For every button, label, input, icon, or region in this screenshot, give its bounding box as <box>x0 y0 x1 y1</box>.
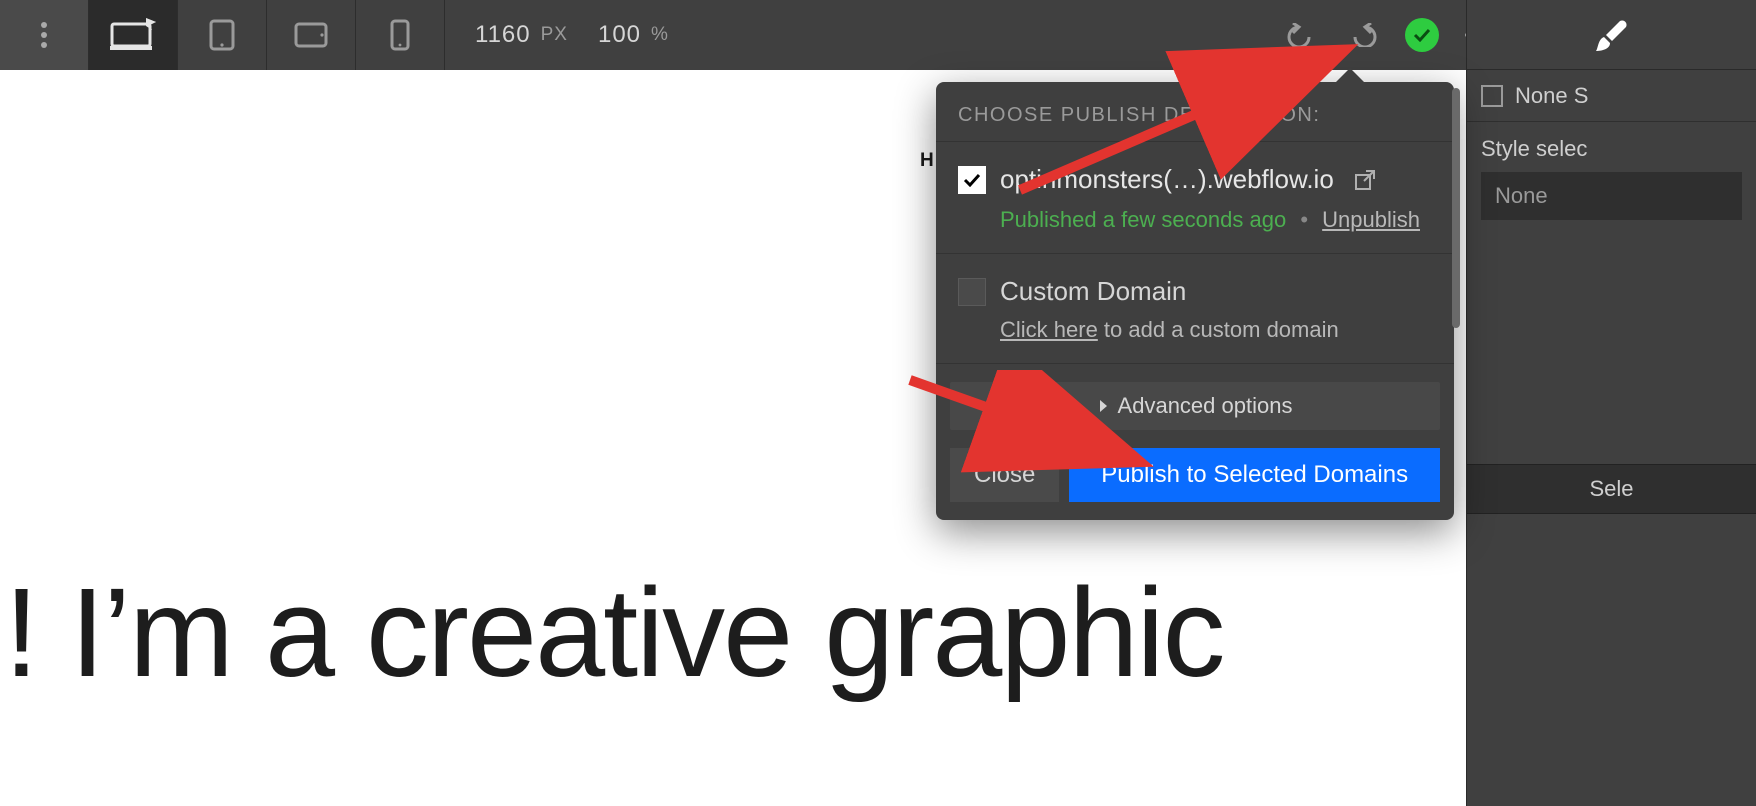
right-panel: None S Style selec None Sele <box>1466 0 1756 806</box>
close-button[interactable]: Close <box>950 448 1059 502</box>
custom-domain-checkbox[interactable] <box>958 278 986 306</box>
more-button[interactable] <box>0 0 88 70</box>
selector-bar[interactable]: Sele <box>1467 464 1756 514</box>
advanced-options-label: Advanced options <box>1118 393 1293 419</box>
breakpoint-mobile-button[interactable] <box>356 0 444 70</box>
selector-checkbox[interactable] <box>1481 85 1503 107</box>
published-status: Published a few seconds ago <box>1000 207 1286 232</box>
domain-checkbox-checked[interactable] <box>958 166 986 194</box>
selector-none-label: None S <box>1515 83 1588 109</box>
caret-right-icon <box>1098 399 1108 413</box>
add-custom-domain-rest: to add a custom domain <box>1098 317 1339 342</box>
width-value: 1160 <box>475 21 531 49</box>
separator-dot: • <box>1292 207 1316 232</box>
selector-row[interactable]: None S <box>1467 70 1756 122</box>
zoom-value: 100 <box>598 21 641 49</box>
check-circle-icon <box>1405 18 1439 52</box>
more-icon <box>40 21 48 49</box>
breakpoint-desktop-button[interactable] <box>89 0 177 70</box>
redo-icon <box>1347 23 1377 47</box>
style-selector-label: Style selec <box>1481 136 1742 162</box>
domain-label: optinmonsters(…).webflow.io <box>1000 164 1334 195</box>
brush-icon[interactable] <box>1594 17 1630 53</box>
redo-button[interactable] <box>1332 0 1392 70</box>
external-link-icon[interactable] <box>1354 169 1376 191</box>
custom-domain-label: Custom Domain <box>1000 276 1186 307</box>
canvas-width-display[interactable]: 1160 PX 100 % <box>475 21 669 49</box>
style-select-value: None <box>1495 183 1548 209</box>
publish-panel: CHOOSE PUBLISH DESTINATION: optinmonster… <box>936 82 1454 520</box>
hero-heading: ! I’m a creative graphic <box>4 560 1224 705</box>
add-custom-domain-link[interactable]: Click here <box>1000 317 1098 342</box>
undo-icon <box>1287 23 1317 47</box>
desktop-icon <box>110 18 156 52</box>
unpublish-link[interactable]: Unpublish <box>1322 207 1420 232</box>
panel-title: CHOOSE PUBLISH DESTINATION: <box>936 82 1454 142</box>
width-unit: PX <box>541 24 568 46</box>
undo-button[interactable] <box>1272 0 1332 70</box>
tablet-landscape-icon <box>294 22 328 48</box>
style-select[interactable]: None <box>1481 172 1742 220</box>
zoom-unit: % <box>651 24 669 46</box>
breakpoint-tablet-landscape-button[interactable] <box>267 0 355 70</box>
breakpoint-tablet-portrait-button[interactable] <box>178 0 266 70</box>
publish-to-domains-button[interactable]: Publish to Selected Domains <box>1069 448 1440 502</box>
selector-bar-label: Sele <box>1589 476 1633 502</box>
phone-icon <box>390 19 410 51</box>
panel-scrollbar[interactable] <box>1452 88 1460 328</box>
tablet-icon <box>209 19 235 51</box>
status-ok <box>1392 0 1452 70</box>
advanced-options-toggle[interactable]: Advanced options <box>950 382 1440 430</box>
